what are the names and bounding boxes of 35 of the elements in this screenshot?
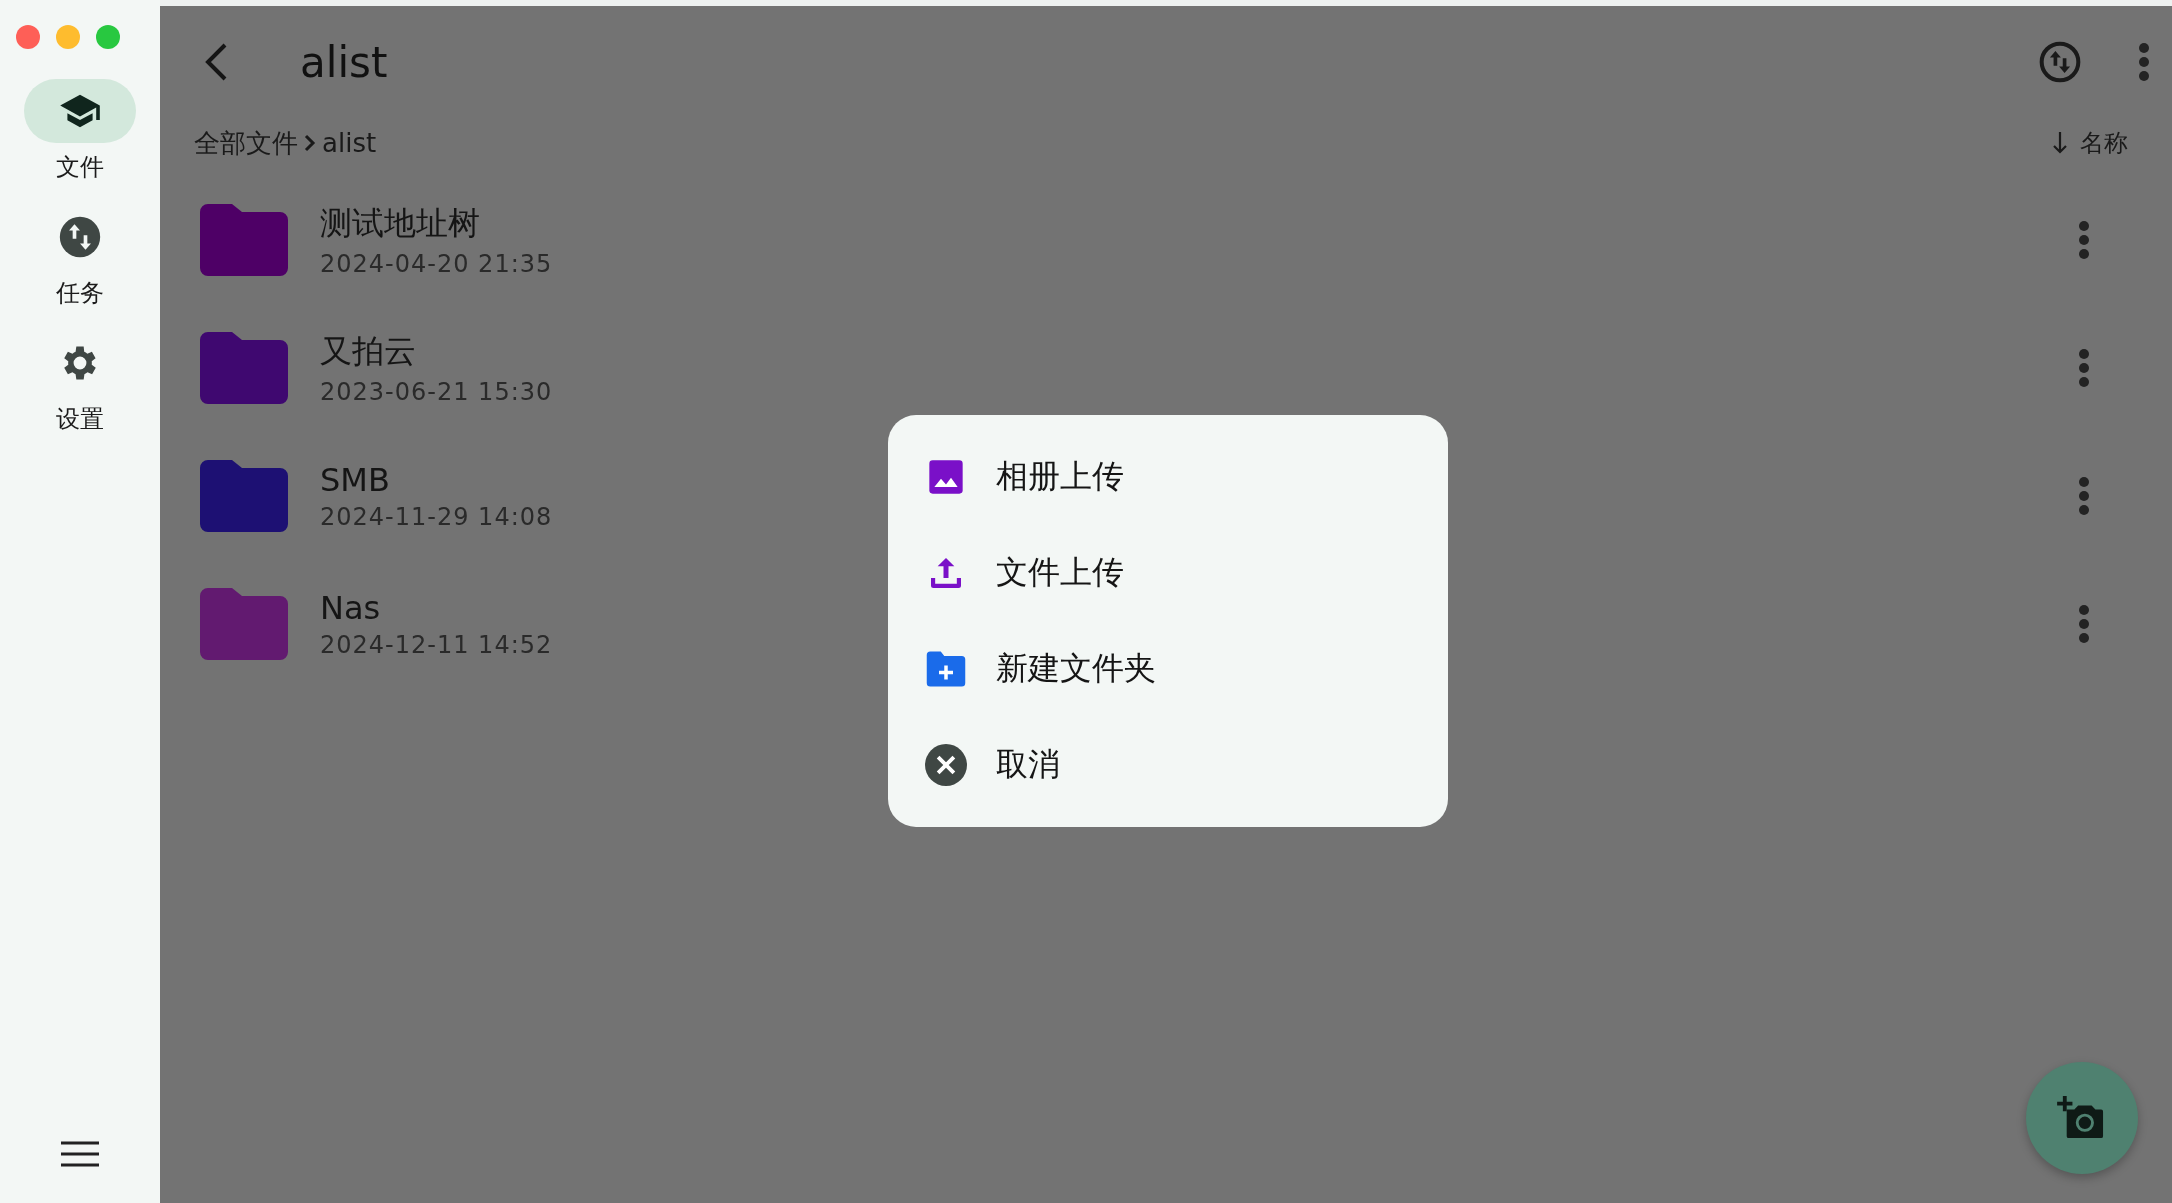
- page-title: alist: [300, 37, 388, 87]
- transfer-icon: [58, 215, 102, 259]
- folder-name[interactable]: Nas: [320, 589, 553, 627]
- menu-item[interactable]: 新建文件夹: [888, 621, 1448, 717]
- sidebar-item[interactable]: 任务: [24, 205, 136, 309]
- modified-date: 2024-12-11 14:52: [320, 631, 553, 659]
- more-options-icon[interactable]: [2078, 348, 2090, 388]
- menu-item[interactable]: 相册上传: [888, 429, 1448, 525]
- arrow-down-icon[interactable]: [2052, 131, 2068, 155]
- chevron-right-icon: [304, 134, 316, 152]
- menu-icon[interactable]: [61, 1141, 99, 1167]
- zoom-window-button[interactable]: [96, 25, 120, 49]
- transfer-icon[interactable]: [2038, 40, 2082, 84]
- graduation-cap-icon: [58, 93, 102, 129]
- more-options-icon[interactable]: [2138, 42, 2150, 82]
- modified-date: 2023-06-21 15:30: [320, 378, 553, 406]
- modified-date: 2024-04-20 21:35: [320, 250, 553, 278]
- sidebar-item[interactable]: 设置: [24, 331, 136, 435]
- breadcrumb-link[interactable]: alist: [322, 128, 377, 158]
- close-window-button[interactable]: [16, 25, 40, 49]
- back-icon[interactable]: [204, 42, 228, 82]
- menu-item[interactable]: 取消: [888, 717, 1448, 813]
- folder-name[interactable]: SMB: [320, 461, 553, 499]
- folder-name[interactable]: 又拍云: [320, 330, 553, 374]
- breadcrumb-link[interactable]: 全部文件: [194, 125, 298, 161]
- more-options-icon[interactable]: [2078, 476, 2090, 516]
- sort-label[interactable]: 名称: [2080, 127, 2128, 159]
- menu-item[interactable]: 文件上传: [888, 525, 1448, 621]
- close-icon: [925, 744, 967, 786]
- image-icon: [926, 457, 966, 497]
- more-options-icon[interactable]: [2078, 604, 2090, 644]
- folder-name[interactable]: 测试地址树: [320, 202, 553, 246]
- modified-date: 2024-11-29 14:08: [320, 503, 553, 531]
- folder-plus-icon: [925, 649, 967, 689]
- more-options-icon[interactable]: [2078, 220, 2090, 260]
